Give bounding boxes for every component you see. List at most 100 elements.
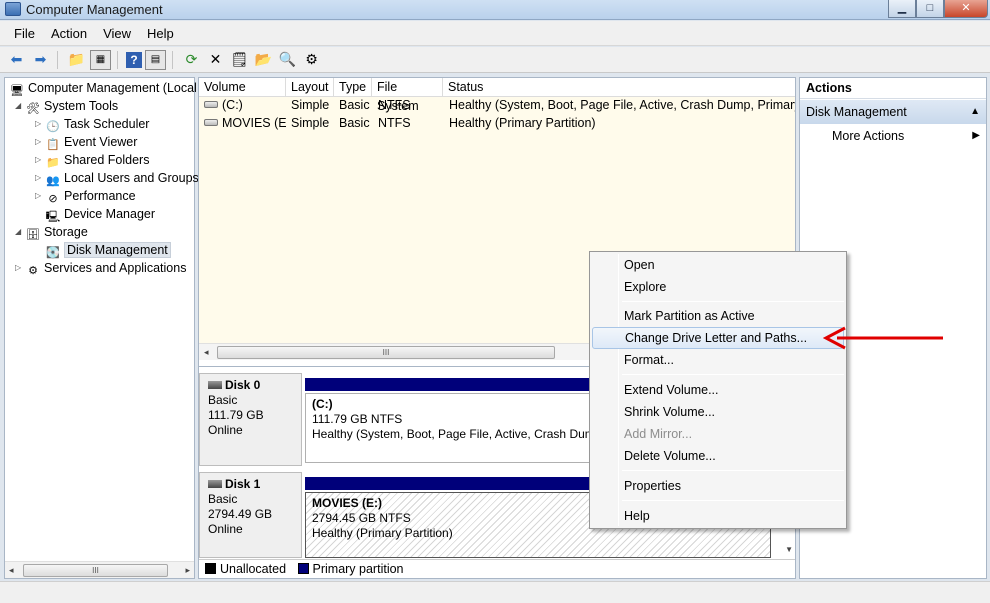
menu-help[interactable]: Help	[139, 26, 182, 41]
settings-icon[interactable]: ⚙	[301, 50, 322, 70]
tree-item-shared-folders[interactable]: ▷ 📁 Shared Folders	[35, 151, 149, 169]
users-icon: 👥	[46, 175, 60, 187]
navigation-tree: 🖥 Computer Management (Local ◢ 🛠 System Too…	[4, 77, 199, 579]
menu-action[interactable]: Action	[43, 26, 95, 41]
column-header-status[interactable]: Status	[443, 78, 795, 97]
scroll-left-icon[interactable]: ◂	[9, 565, 14, 576]
menu-item-help[interactable]: Help	[592, 505, 844, 527]
toolbar: ⬅ ➡ 📁 ▦ ? ▤ ⟳ ✕ 🗒 📂 🔍 ⚙	[0, 47, 990, 73]
tree-item-local-users[interactable]: ▷ 👥 Local Users and Groups	[35, 169, 199, 187]
disk-icon	[208, 480, 222, 488]
shared-folder-icon: 📁	[46, 157, 60, 169]
tree-item-services[interactable]: ▷ ⚙ Services and Applications	[15, 259, 186, 277]
collapsed-triangle-icon[interactable]: ▷	[35, 115, 45, 133]
menu-item-format[interactable]: Format...	[592, 349, 844, 371]
collapsed-triangle-icon[interactable]: ▷	[35, 133, 45, 151]
table-row[interactable]: MOVIES (E:) Simple Basic NTFS Healthy (P…	[199, 115, 795, 132]
submenu-arrow-icon: ▶	[972, 130, 980, 141]
expanded-triangle-icon[interactable]: ◢	[15, 97, 25, 115]
actions-section-disk-management[interactable]: Disk Management ▲	[800, 100, 986, 124]
cell-text: MOVIES (E:)	[222, 116, 286, 130]
collapsed-triangle-icon[interactable]: ▷	[35, 151, 45, 169]
scrollbar-thumb[interactable]: III	[23, 564, 168, 577]
menu-item-properties[interactable]: Properties	[592, 475, 844, 497]
tree-horizontal-scrollbar[interactable]: ◂ III ▸	[5, 561, 194, 578]
delete-icon[interactable]: ✕	[205, 50, 226, 70]
disk-0-label[interactable]: Disk 0 Basic 111.79 GB Online	[199, 373, 302, 466]
disk-name: Disk 1	[225, 477, 261, 491]
tree-item-system-tools[interactable]: ◢ 🛠 System Tools	[15, 97, 118, 115]
actions-section-label: Disk Management	[806, 105, 907, 119]
maximize-button[interactable]: □	[916, 0, 944, 18]
disk-size: 111.79 GB	[208, 408, 264, 422]
menu-view[interactable]: View	[95, 26, 139, 41]
collapsed-triangle-icon[interactable]: ▷	[35, 169, 45, 187]
cell-file-system: NTFS	[378, 116, 411, 130]
column-header-type[interactable]: Type	[334, 78, 372, 97]
tree-item-performance[interactable]: ▷ ⊘ Performance	[35, 187, 136, 205]
help-icon[interactable]: ?	[126, 51, 142, 68]
minimize-button[interactable]: ▁	[888, 0, 916, 18]
disk-size: 2794.49 GB	[208, 507, 273, 521]
properties-icon[interactable]: 🗒	[229, 50, 250, 70]
table-row[interactable]: (C:) Simple Basic NTFS Healthy (System, …	[199, 97, 795, 114]
menu-file[interactable]: File	[6, 26, 43, 41]
menu-item-open[interactable]: Open	[592, 254, 844, 276]
cell-text: (C:)	[222, 98, 243, 112]
device-manager-icon: 🖳	[45, 211, 61, 223]
tree-item-storage[interactable]: ◢ 🗄 Storage	[15, 223, 88, 241]
menu-item-add-mirror: Add Mirror...	[624, 427, 693, 441]
cell-status: Healthy (System, Boot, Page File, Active…	[449, 98, 795, 112]
tree-root[interactable]: 🖥 Computer Management (Local	[9, 79, 197, 97]
collapsed-triangle-icon[interactable]: ▷	[35, 187, 45, 205]
collapsed-triangle-icon[interactable]: ▷	[15, 259, 25, 277]
show-hide-action-pane-icon[interactable]: ▤	[145, 49, 166, 70]
open-icon[interactable]: 📂	[253, 50, 274, 70]
disk-1-label[interactable]: Disk 1 Basic 2794.49 GB Online	[199, 472, 302, 558]
tree-item-label: Device Manager	[64, 207, 156, 221]
legend-unallocated: Unallocated	[220, 562, 287, 576]
cell-file-system: NTFS	[378, 98, 411, 112]
forward-icon[interactable]: ➡	[30, 50, 51, 70]
disk-state: Online	[208, 423, 243, 437]
refresh-icon[interactable]: ⟳	[181, 50, 202, 70]
column-header-volume[interactable]: Volume	[199, 78, 286, 97]
scroll-right-icon[interactable]: ▸	[185, 565, 190, 576]
column-header-file-system[interactable]: File System	[372, 78, 443, 113]
cell-volume: (C:)	[199, 97, 286, 114]
collapse-up-icon[interactable]: ▲	[970, 100, 980, 124]
up-folder-icon[interactable]: 📁	[66, 50, 87, 70]
expanded-triangle-icon[interactable]: ◢	[15, 223, 25, 241]
close-button[interactable]: ✕	[944, 0, 988, 18]
scroll-down-icon[interactable]: ▼	[785, 545, 793, 554]
performance-icon: ⊘	[48, 193, 58, 205]
menu-item-extend-volume[interactable]: Extend Volume...	[592, 379, 844, 401]
cell-status: Healthy (Primary Partition)	[449, 116, 596, 130]
tree-item-label: Task Scheduler	[64, 117, 150, 131]
scrollbar-thumb[interactable]: III	[217, 346, 555, 359]
menu-item-change-drive-letter[interactable]: Change Drive Letter and Paths...	[592, 327, 844, 349]
event-viewer-icon: 📋	[46, 139, 60, 151]
scroll-left-icon[interactable]: ◂	[204, 347, 209, 358]
tree-item-disk-management[interactable]: 💽 Disk Management	[45, 241, 171, 259]
storage-icon: 🗄	[26, 229, 40, 241]
show-hide-tree-icon[interactable]: ▦	[90, 49, 111, 70]
search-icon[interactable]: 🔍	[277, 50, 298, 70]
menu-separator	[622, 301, 844, 302]
menu-item-delete-volume[interactable]: Delete Volume...	[592, 445, 844, 467]
status-bar	[0, 581, 990, 603]
menu-separator	[622, 470, 844, 471]
tree-item-task-scheduler[interactable]: ▷ 🕒 Task Scheduler	[35, 115, 149, 133]
menu-item-mark-active[interactable]: Mark Partition as Active	[592, 305, 844, 327]
toolbar-separator	[172, 50, 178, 69]
tree-item-label: Storage	[44, 225, 88, 239]
tree-item-event-viewer[interactable]: ▷ 📋 Event Viewer	[35, 133, 137, 151]
back-icon[interactable]: ⬅	[6, 50, 27, 70]
more-actions[interactable]: More Actions ▶	[800, 125, 986, 147]
menu-bar: File Action View Help	[0, 21, 990, 46]
tree-item-device-manager[interactable]: 🖳 Device Manager	[45, 205, 155, 223]
column-header-layout[interactable]: Layout	[286, 78, 334, 97]
menu-item-explore[interactable]: Explore	[592, 276, 844, 298]
menu-item-shrink-volume[interactable]: Shrink Volume...	[592, 401, 844, 423]
tree-root-label: Computer Management (Local	[28, 81, 197, 95]
